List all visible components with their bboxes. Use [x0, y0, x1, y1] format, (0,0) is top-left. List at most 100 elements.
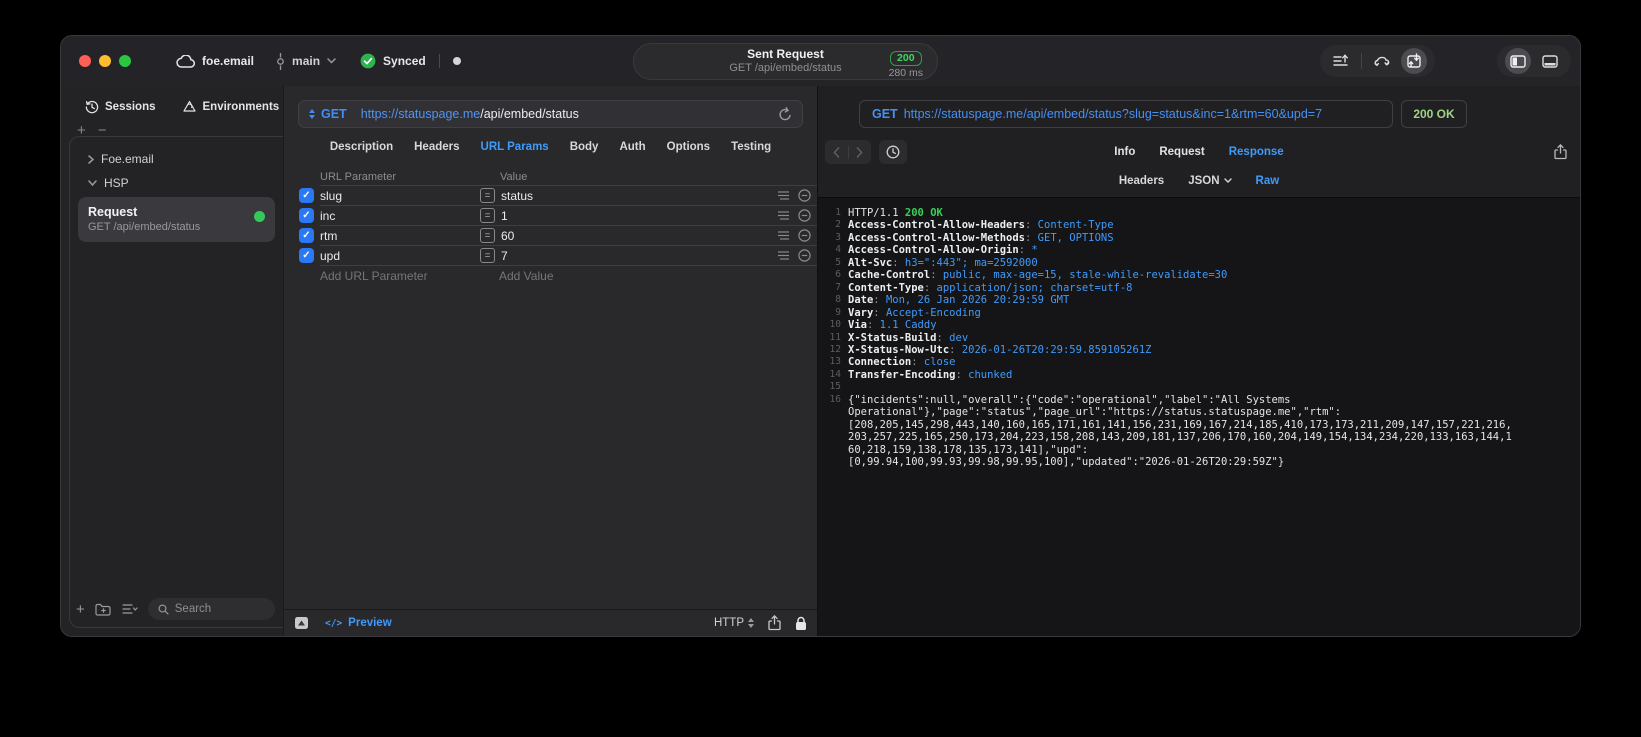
tab-url-params[interactable]: URL Params [481, 141, 549, 153]
chevron-down-icon[interactable] [327, 58, 336, 64]
tab-headers[interactable]: Headers [414, 141, 459, 153]
sidebar-request-item[interactable]: Request GET /api/embed/status [78, 197, 275, 242]
request-history-button[interactable] [879, 140, 907, 164]
add-param-value-placeholder[interactable]: Add Value [499, 269, 811, 283]
param-name[interactable]: rtm [320, 229, 480, 243]
response-subtab-raw[interactable]: Raw [1256, 175, 1280, 187]
param-value[interactable]: status [501, 189, 778, 203]
response-line-header: 12 X-Status-Now-Utc: 2026-01-26T20:29:59.… [824, 344, 1572, 356]
response-line-header: 4 Access-Control-Allow-Origin: * [824, 244, 1572, 256]
tab-sessions-label: Sessions [105, 101, 156, 113]
param-row-upd: ✓ upd = 7 [284, 244, 817, 265]
tab-options[interactable]: Options [667, 141, 710, 153]
drag-handle-icon[interactable] [778, 191, 789, 200]
minimize-window-button[interactable] [99, 55, 111, 67]
value-type-icon[interactable]: = [480, 228, 495, 243]
request-url-host[interactable]: https://statuspage.me [361, 107, 481, 121]
request-item-title: Request [88, 205, 138, 219]
response-url-box[interactable]: GET https://statuspage.me/api/embed/stat… [859, 100, 1393, 128]
sort-export-icon[interactable] [1326, 48, 1356, 74]
param-checkbox[interactable]: ✓ [299, 207, 314, 223]
param-value[interactable]: 60 [501, 229, 778, 243]
response-tab-info[interactable]: Info [1114, 146, 1135, 158]
param-checkbox[interactable]: ✓ [299, 247, 314, 263]
toggle-bottom-panel-icon[interactable] [1535, 48, 1565, 74]
request-status-pill[interactable]: Sent Request GET /api/embed/status 200 2… [633, 43, 938, 80]
drag-handle-icon[interactable] [778, 231, 789, 240]
search-input[interactable]: Search [147, 598, 275, 620]
view-options-icon[interactable] [122, 603, 138, 615]
line-number: 15 [829, 381, 841, 393]
add-item-button[interactable]: + [77, 122, 86, 139]
zoom-window-button[interactable] [119, 55, 131, 67]
param-add-row[interactable]: Add URL Parameter Add Value [284, 264, 817, 285]
param-checkbox[interactable]: ✓ [299, 187, 314, 203]
response-subtab-headers[interactable]: Headers [1119, 175, 1164, 187]
tree-item-hsp[interactable]: HSP [70, 171, 283, 195]
close-window-button[interactable] [79, 55, 91, 67]
param-name[interactable]: upd [320, 249, 480, 263]
branch-name[interactable]: main [292, 54, 320, 68]
toolbar-separator [1361, 53, 1362, 69]
protocol-label: HTTP [713, 617, 744, 629]
protocol-selector[interactable]: HTTP [714, 617, 754, 629]
forward-icon[interactable] [856, 146, 863, 158]
request-url-path[interactable]: /api/embed/status [480, 107, 579, 121]
import-export-icon[interactable] [1401, 48, 1427, 74]
flow-chain-icon[interactable] [1367, 48, 1397, 74]
status-code-badge: 200 [890, 51, 922, 66]
response-line-header: 13 Connection: close [824, 356, 1572, 368]
back-icon[interactable] [833, 146, 840, 158]
export-response-icon[interactable] [1554, 144, 1567, 160]
share-icon[interactable] [768, 615, 781, 631]
method-selector-icon[interactable] [309, 109, 315, 119]
remove-param-icon[interactable] [798, 189, 811, 202]
tab-testing[interactable]: Testing [731, 141, 771, 153]
param-name[interactable]: slug [320, 189, 480, 203]
value-type-icon[interactable]: = [480, 188, 495, 203]
remove-param-icon[interactable] [798, 229, 811, 242]
remove-item-button[interactable]: − [98, 122, 107, 139]
tab-sessions[interactable]: Sessions [85, 100, 156, 114]
response-tab-response[interactable]: Response [1229, 146, 1284, 158]
line-number: 14 [829, 368, 841, 380]
response-line-json: [208,205,145,298,443,140,160,165,171,161… [824, 419, 1572, 431]
tree-item-label: Foe.email [101, 152, 154, 166]
param-name[interactable]: inc [320, 209, 480, 223]
tab-auth[interactable]: Auth [619, 141, 645, 153]
response-line-header: 11 X-Status-Build: dev [824, 332, 1572, 344]
response-body[interactable]: 1 HTTP/1.1 200 OK 2 Access-Control-Allow-He… [818, 197, 1580, 636]
sidebar: Sessions Environments + − Foe.email HSP … [61, 86, 283, 636]
request-method[interactable]: GET [321, 107, 347, 121]
remove-param-icon[interactable] [798, 209, 811, 222]
remove-param-icon[interactable] [798, 249, 811, 262]
chevron-down-icon[interactable] [88, 180, 97, 186]
preview-button[interactable]: </> Preview [325, 617, 392, 629]
tab-body[interactable]: Body [570, 141, 599, 153]
expand-editor-icon[interactable] [294, 616, 309, 630]
value-type-icon[interactable]: = [480, 208, 495, 223]
resend-request-icon[interactable] [778, 106, 792, 122]
request-url-field[interactable]: GET https://statuspage.me/api/embed/stat… [298, 100, 803, 128]
tab-environments[interactable]: Environments [182, 100, 279, 114]
tree-item-foe-email[interactable]: Foe.email [70, 147, 283, 171]
new-folder-icon[interactable] [95, 603, 112, 616]
project-name[interactable]: foe.email [202, 54, 254, 68]
new-request-button[interactable]: + [76, 601, 85, 618]
tab-description[interactable]: Description [330, 141, 393, 153]
param-value[interactable]: 7 [501, 249, 778, 263]
response-line-header: 10 Via: 1.1 Caddy [824, 319, 1572, 331]
drag-handle-icon[interactable] [778, 211, 789, 220]
lock-icon[interactable] [795, 616, 807, 631]
value-type-icon[interactable]: = [480, 248, 495, 263]
chevron-down-icon [1223, 178, 1232, 183]
param-value[interactable]: 1 [501, 209, 778, 223]
add-param-name-placeholder[interactable]: Add URL Parameter [320, 269, 480, 283]
response-subtab-json[interactable]: JSON [1188, 175, 1232, 187]
chevron-right-icon[interactable] [88, 154, 94, 164]
toggle-sidebar-icon[interactable] [1505, 48, 1531, 74]
recording-dot[interactable] [452, 57, 461, 65]
response-tab-request[interactable]: Request [1159, 146, 1204, 158]
drag-handle-icon[interactable] [778, 251, 789, 260]
param-checkbox[interactable]: ✓ [299, 227, 314, 243]
